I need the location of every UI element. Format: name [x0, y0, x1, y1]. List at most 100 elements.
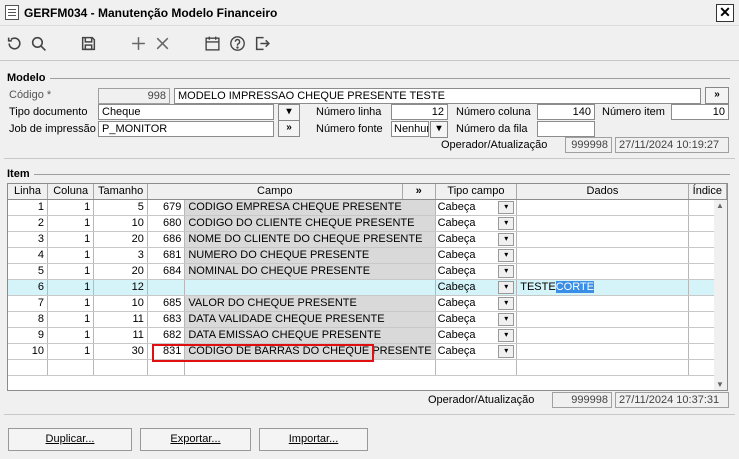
descricao-field[interactable]: MODELO IMPRESSAO CHEQUE PRESENTE TESTE: [174, 88, 701, 104]
cell-dados[interactable]: [516, 263, 689, 280]
cell-campo-codigo[interactable]: 681: [147, 247, 186, 264]
cell-tamanho[interactable]: 10: [93, 295, 148, 312]
cell-campo-codigo[interactable]: 685: [147, 295, 186, 312]
col-header-campo[interactable]: Campo: [147, 184, 403, 200]
refresh-icon[interactable]: [4, 33, 24, 53]
tipo-campo-dropdown-icon[interactable]: ▾: [498, 232, 515, 246]
cell-tipo-campo[interactable]: Cabeça ▾: [435, 215, 518, 232]
numero-fila-field[interactable]: [537, 121, 595, 137]
tipo-campo-select[interactable]: Cabeça ▾: [436, 280, 516, 295]
tipo-documento-value[interactable]: Cheque: [98, 104, 274, 120]
cell-tipo-campo[interactable]: Cabeça ▾: [435, 311, 518, 328]
tipo-campo-select[interactable]: Cabeça ▾: [436, 232, 516, 247]
table-row[interactable]: 8 1 11 683 DATA VALIDADE CHEQUE PRESENTE Cabe…: [8, 311, 727, 328]
tipo-campo-select[interactable]: Cabeça ▾: [436, 312, 516, 327]
cell-coluna[interactable]: 1: [47, 215, 95, 232]
cell-tipo-campo[interactable]: Cabeça ▾: [435, 343, 518, 360]
tipo-campo-select[interactable]: Cabeça ▾: [436, 328, 516, 343]
grid-vertical-scrollbar[interactable]: ▲ ▼: [714, 200, 727, 390]
table-row[interactable]: 7 1 10 685 VALOR DO CHEQUE PRESENTE Cabeça ▾: [8, 295, 727, 312]
cell-dados[interactable]: [516, 343, 689, 360]
cell-campo-codigo[interactable]: 683: [147, 311, 186, 328]
tipo-campo-dropdown-icon[interactable]: ▾: [498, 280, 515, 294]
cell-campo[interactable]: NOME DO CLIENTE DO CHEQUE PRESENTE: [184, 231, 436, 248]
cell-tipo-campo[interactable]: Cabeça ▾: [435, 231, 518, 248]
cell-linha[interactable]: 9: [8, 327, 49, 344]
cell-campo[interactable]: [184, 279, 436, 296]
tipo-campo-dropdown-icon[interactable]: ▾: [498, 344, 515, 358]
col-header-indice[interactable]: Índice: [688, 184, 727, 200]
numero-coluna-field[interactable]: 140: [537, 104, 595, 120]
cell-campo[interactable]: NOMINAL DO CHEQUE PRESENTE: [184, 263, 436, 280]
exit-icon[interactable]: [252, 33, 272, 53]
tipo-campo-dropdown-icon[interactable]: ▾: [498, 312, 515, 326]
cell-coluna[interactable]: 1: [47, 199, 95, 216]
tipo-campo-dropdown-icon[interactable]: ▾: [498, 264, 515, 278]
numero-fonte-dropdown-icon[interactable]: ▾: [430, 121, 448, 138]
importar-button[interactable]: Importar...: [259, 428, 368, 451]
cell-dados[interactable]: [516, 327, 689, 344]
table-row[interactable]: 3 1 20 686 NOME DO CLIENTE DO CHEQUE PRESENT…: [8, 231, 727, 248]
cell-tipo-campo[interactable]: Cabeça ▾: [435, 295, 518, 312]
col-header-tipo-campo[interactable]: Tipo campo: [435, 184, 518, 200]
calendar-icon[interactable]: [202, 33, 222, 53]
cell-coluna[interactable]: 1: [47, 327, 95, 344]
tipo-campo-dropdown-icon[interactable]: ▾: [498, 248, 515, 262]
cell-campo-codigo[interactable]: 679: [147, 199, 186, 216]
cell-coluna[interactable]: 1: [47, 263, 95, 280]
cell-campo[interactable]: NUMERO DO CHEQUE PRESENTE: [184, 247, 436, 264]
save-icon[interactable]: [78, 33, 98, 53]
cell-campo-codigo[interactable]: 686: [147, 231, 186, 248]
cell-tipo-campo[interactable]: Cabeça ▾: [435, 247, 518, 264]
cell-tamanho[interactable]: 5: [93, 199, 148, 216]
cell-campo[interactable]: VALOR DO CHEQUE PRESENTE: [184, 295, 436, 312]
cell-coluna[interactable]: 1: [47, 311, 95, 328]
campo-lookup-button[interactable]: »: [402, 184, 436, 200]
table-row[interactable]: 2 1 10 680 CODIGO DO CLIENTE CHEQUE PRESENTE…: [8, 215, 727, 232]
cell-coluna[interactable]: 1: [47, 295, 95, 312]
tipo-campo-select[interactable]: Cabeça ▾: [436, 248, 516, 263]
tipo-campo-dropdown-icon[interactable]: ▾: [498, 296, 515, 310]
tipo-campo-select[interactable]: Cabeça ▾: [436, 344, 516, 359]
cell-tamanho[interactable]: 11: [93, 311, 148, 328]
cell-tamanho[interactable]: 20: [93, 231, 148, 248]
help-icon[interactable]: [227, 33, 247, 53]
cell-dados[interactable]: [516, 311, 689, 328]
table-row[interactable]: 5 1 20 684 NOMINAL DO CHEQUE PRESENTE Cabeça ▾: [8, 263, 727, 280]
cell-dados[interactable]: [516, 247, 689, 264]
cell-tipo-campo[interactable]: Cabeça ▾: [435, 263, 518, 280]
codigo-field[interactable]: 998: [98, 88, 170, 104]
cell-tamanho[interactable]: 20: [93, 263, 148, 280]
tipo-campo-select[interactable]: Cabeça ▾: [436, 200, 516, 215]
cell-linha[interactable]: 4: [8, 247, 49, 264]
col-header-dados[interactable]: Dados: [516, 184, 689, 200]
add-icon[interactable]: [128, 33, 148, 53]
cell-campo-codigo[interactable]: 680: [147, 215, 186, 232]
cell-linha[interactable]: 7: [8, 295, 49, 312]
descricao-lookup-button[interactable]: »: [705, 87, 729, 104]
cell-coluna[interactable]: 1: [47, 279, 95, 296]
numero-linha-field[interactable]: 12: [391, 104, 448, 120]
table-row[interactable]: 6 1 12 Cabeça ▾ TESTECORTE: [8, 279, 727, 296]
cell-coluna[interactable]: 1: [47, 343, 95, 360]
numero-item-field[interactable]: 10: [671, 104, 729, 120]
cell-campo-codigo[interactable]: 684: [147, 263, 186, 280]
cell-tipo-campo[interactable]: Cabeça ▾: [435, 279, 518, 296]
cell-linha[interactable]: 1: [8, 199, 49, 216]
table-row[interactable]: 1 1 5 679 CODIGO EMPRESA CHEQUE PRESENTE Cabe…: [8, 199, 727, 216]
tipo-campo-select[interactable]: Cabeça ▾: [436, 216, 516, 231]
tipo-campo-dropdown-icon[interactable]: ▾: [498, 328, 515, 342]
tipo-campo-dropdown-icon[interactable]: ▾: [498, 200, 515, 214]
cell-dados[interactable]: TESTECORTE: [516, 279, 689, 296]
cell-coluna[interactable]: 1: [47, 247, 95, 264]
cell-linha[interactable]: 5: [8, 263, 49, 280]
cell-campo[interactable]: CODIGO DO CLIENTE CHEQUE PRESENTE: [184, 215, 436, 232]
tipo-campo-dropdown-icon[interactable]: ▾: [498, 216, 515, 230]
exportar-button[interactable]: Exportar...: [140, 428, 251, 451]
scroll-up-icon[interactable]: ▲: [716, 201, 724, 210]
col-header-linha[interactable]: Linha: [8, 184, 49, 200]
cell-campo[interactable]: CODIGO EMPRESA CHEQUE PRESENTE: [184, 199, 436, 216]
cell-tamanho[interactable]: 10: [93, 215, 148, 232]
job-impressao-lookup-button[interactable]: »: [278, 120, 300, 137]
duplicar-button[interactable]: Duplicar...: [8, 428, 132, 451]
